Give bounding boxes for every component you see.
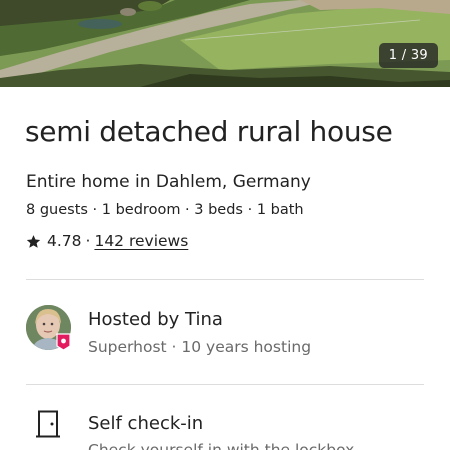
host-name: Hosted by Tina [88,309,223,330]
divider [26,279,424,280]
listing-subtitle: Entire home in Dahlem, Germany [26,172,311,192]
feature-title: Self check-in [88,413,204,434]
feature-description: Check yourself in with the lockbox. [88,441,360,450]
divider [26,384,424,385]
host-meta: Superhost · 10 years hosting [88,338,312,356]
door-icon [36,410,60,438]
listing-page: 1 / 39 semi detached rural house Entire … [0,0,450,450]
listing-details: 8 guests · 1 bedroom · 3 beds · 1 bath [26,202,304,218]
reviews-link[interactable]: 142 reviews [94,230,188,252]
superhost-badge-icon [56,333,71,351]
photo-counter-badge: 1 / 39 [378,43,438,68]
rating-separator: · [85,232,91,250]
rating-value: 4.78 [47,232,82,250]
listing-title: semi detached rural house [25,115,393,148]
rating-row: 4.78 · 142 reviews [26,230,188,252]
photo-gallery[interactable]: 1 / 39 [0,0,450,87]
star-icon [26,234,41,248]
